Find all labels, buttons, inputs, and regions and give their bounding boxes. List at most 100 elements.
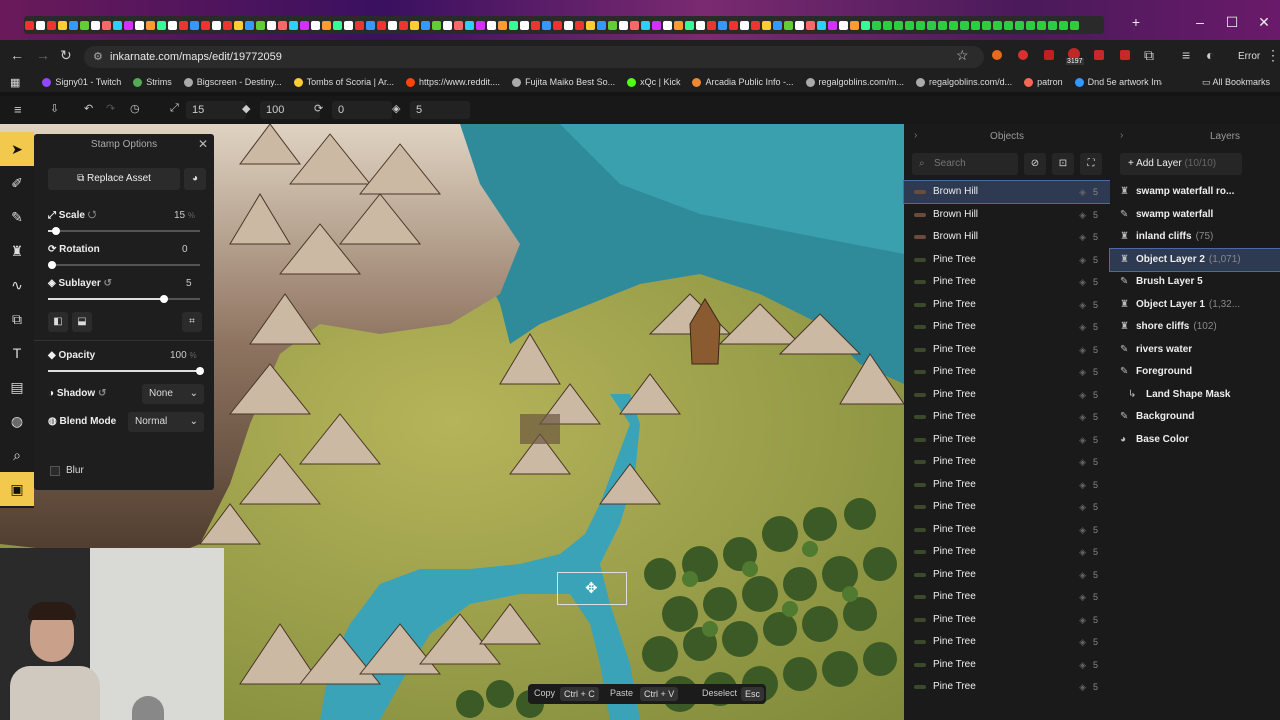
tab-favicon-icon[interactable] xyxy=(289,20,298,30)
object-row[interactable]: Pine Tree ◈ 5 xyxy=(904,249,1110,271)
tab-favicon-icon[interactable] xyxy=(300,20,309,30)
tab-favicon-icon[interactable] xyxy=(619,20,628,30)
path-tool-icon[interactable]: ∿ xyxy=(0,268,34,302)
tab-favicon-icon[interactable] xyxy=(366,20,375,30)
tab-favicon-icon[interactable] xyxy=(817,20,826,30)
scale-value-field[interactable]: 15 % xyxy=(174,210,195,221)
layer-row[interactable]: ♜ Object Layer 1 (1,32... xyxy=(1110,294,1280,316)
reading-list-icon[interactable]: ≡ xyxy=(1182,47,1190,63)
tab-favicon-icon[interactable] xyxy=(1015,20,1024,30)
stamp-tool-icon[interactable]: ♜ xyxy=(0,234,34,268)
tab-favicon-icon[interactable] xyxy=(828,20,837,30)
layer-row[interactable]: ♜ Object Layer 2 (1,071) xyxy=(1109,247,1280,272)
tab-favicon-icon[interactable] xyxy=(993,20,1002,30)
tab-favicon-icon[interactable] xyxy=(883,20,892,30)
text-tool-icon[interactable]: T xyxy=(0,336,34,370)
tab-favicon-icon[interactable] xyxy=(630,20,639,30)
object-row[interactable]: Pine Tree ◈ 5 xyxy=(904,541,1110,563)
tab-favicon-icon[interactable] xyxy=(652,20,661,30)
bookmark-item[interactable]: Tombs of Scoria | Ar... xyxy=(293,77,394,87)
sublayer-value-field[interactable]: 5 xyxy=(186,278,192,289)
extension-icon[interactable] xyxy=(992,50,1002,60)
tab-favicon-icon[interactable] xyxy=(894,20,903,30)
tab-favicon-icon[interactable] xyxy=(47,20,56,30)
history-icon[interactable]: ◷ xyxy=(130,102,140,115)
tab-favicon-icon[interactable] xyxy=(168,20,177,30)
tab-favicon-icon[interactable] xyxy=(432,20,441,30)
bookmark-item[interactable]: regalgoblins.com/d... xyxy=(916,77,1012,87)
object-row[interactable]: Pine Tree ◈ 5 xyxy=(904,361,1110,383)
tab-favicon-icon[interactable] xyxy=(905,20,914,30)
tab-favicon-icon[interactable] xyxy=(487,20,496,30)
tab-favicon-icon[interactable] xyxy=(685,20,694,30)
tab-favicon-icon[interactable] xyxy=(322,20,331,30)
tab-favicon-icon[interactable] xyxy=(718,20,727,30)
layer-row[interactable]: ✎ swamp waterfall xyxy=(1110,204,1280,226)
brush-tool-icon[interactable]: ✐ xyxy=(0,166,34,200)
flip-vertical-icon[interactable]: ⬓ xyxy=(72,312,92,332)
shadow-select[interactable]: None ⌄ xyxy=(142,384,204,404)
tab-favicon-icon[interactable] xyxy=(1048,20,1057,30)
tab-favicon-icon[interactable] xyxy=(102,20,111,30)
tab-favicon-icon[interactable] xyxy=(498,20,507,30)
opacity-slider[interactable] xyxy=(48,367,204,375)
tab-favicon-icon[interactable] xyxy=(960,20,969,30)
tab-favicon-icon[interactable] xyxy=(608,20,617,30)
tab-favicon-icon[interactable] xyxy=(520,20,529,30)
tab-favicon-icon[interactable] xyxy=(729,20,738,30)
tab-favicon-icon[interactable] xyxy=(806,20,815,30)
close-icon[interactable]: ✕ xyxy=(198,137,208,151)
error-badge[interactable]: Error xyxy=(1238,51,1260,62)
maximize-icon[interactable]: ☐ xyxy=(1222,14,1242,31)
tab-favicon-icon[interactable] xyxy=(784,20,793,30)
object-row[interactable]: Pine Tree ◈ 5 xyxy=(904,654,1110,676)
tab-favicon-icon[interactable] xyxy=(80,20,89,30)
search-input[interactable]: ⌕ Search xyxy=(912,153,1018,175)
bookmark-item[interactable]: Strims xyxy=(133,77,172,87)
object-row[interactable]: Brown Hill ◈ 5 xyxy=(904,226,1110,248)
lock-icon[interactable]: ⊡ xyxy=(1052,153,1074,175)
undo-icon[interactable]: ↶ xyxy=(84,102,93,115)
url-field[interactable]: ⚙ inkarnate.com/maps/edit/19772059 xyxy=(84,46,984,68)
tab-favicon-icon[interactable] xyxy=(751,20,760,30)
export-icon[interactable]: ⇩ xyxy=(50,102,59,115)
site-info-icon[interactable]: ⚙ xyxy=(93,46,103,68)
object-row[interactable]: Pine Tree ◈ 5 xyxy=(904,609,1110,631)
object-row[interactable]: Brown Hill ◈ 5 xyxy=(903,180,1111,204)
deselect-label[interactable]: Deselect xyxy=(702,688,737,698)
tab-favicon-icon[interactable] xyxy=(850,20,859,30)
tab-favicon-icon[interactable] xyxy=(234,20,243,30)
bookmark-item[interactable]: patron xyxy=(1024,77,1063,87)
profile-icon[interactable]: ◐ xyxy=(1206,47,1214,63)
tab-favicon-icon[interactable] xyxy=(1026,20,1035,30)
tab-favicon-icon[interactable] xyxy=(575,20,584,30)
bookmark-item[interactable]: https://www.reddit.... xyxy=(406,77,500,87)
layer-row[interactable]: ↳ Land Shape Mask xyxy=(1110,384,1280,406)
layer-row[interactable]: ♜ inland cliffs (75) xyxy=(1110,226,1280,248)
scale-slider[interactable] xyxy=(48,227,200,235)
tab-favicon-icon[interactable] xyxy=(927,20,936,30)
reload-icon[interactable]: ↻ xyxy=(60,47,72,64)
tab-favicon-icon[interactable] xyxy=(91,20,100,30)
object-row[interactable]: Pine Tree ◈ 5 xyxy=(904,676,1110,698)
zoom-tool-icon[interactable]: ⌕ xyxy=(0,438,34,472)
layer-row[interactable]: ♜ shore cliffs (102) xyxy=(1110,316,1280,338)
shape-tool-icon[interactable]: ⧉ xyxy=(0,302,34,336)
tab-favicon-icon[interactable] xyxy=(421,20,430,30)
object-row[interactable]: Pine Tree ◈ 5 xyxy=(904,429,1110,451)
bookmark-item[interactable]: Fujita Maiko Best So... xyxy=(512,77,615,87)
tab-favicon-icon[interactable] xyxy=(454,20,463,30)
layer-row[interactable]: ♜ swamp waterfall ro... xyxy=(1110,181,1280,203)
object-row[interactable]: Pine Tree ◈ 5 xyxy=(904,586,1110,608)
tab-favicon-icon[interactable] xyxy=(201,20,210,30)
select-tool-icon[interactable]: ➤ xyxy=(0,132,34,166)
tab-favicon-icon[interactable] xyxy=(179,20,188,30)
paint-tool-icon[interactable]: ✎ xyxy=(0,200,34,234)
toolbar-scale-field[interactable]: 15 xyxy=(186,101,246,119)
close-window-icon[interactable]: ✕ xyxy=(1254,14,1274,31)
redo-icon[interactable]: ↷ xyxy=(106,102,115,115)
tab-favicon-icon[interactable] xyxy=(839,20,848,30)
bookmark-item[interactable]: Signy01 - Twitch xyxy=(42,77,121,87)
extension-icon[interactable] xyxy=(1120,50,1130,60)
globe-tool-icon[interactable]: ◍ xyxy=(0,404,34,438)
